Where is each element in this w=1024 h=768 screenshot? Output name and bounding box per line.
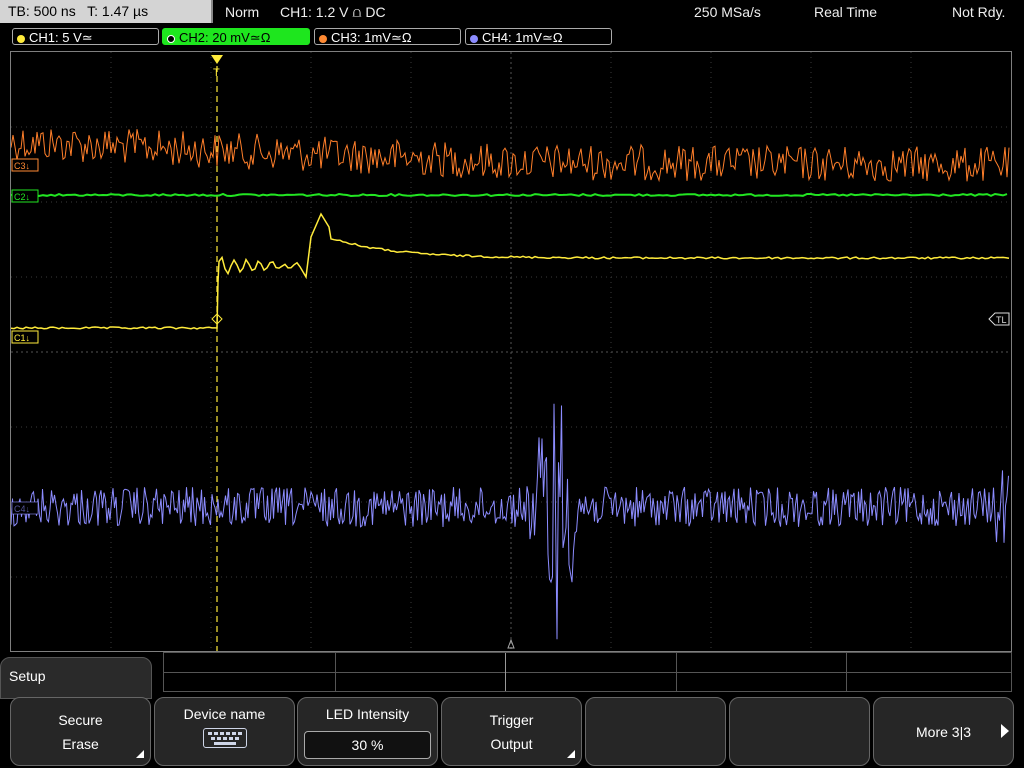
submenu-triangle-icon (567, 750, 575, 758)
trace-ch2 (11, 192, 1008, 198)
record-overview-bar (163, 652, 1012, 692)
ch3-ref-marker[interactable]: C3↓ (11, 158, 39, 172)
record-overview-center (505, 653, 506, 691)
trace-ch1 (11, 212, 1010, 330)
led-intensity-button[interactable]: LED Intensity 30 % (297, 697, 438, 766)
submenu-triangle-icon (136, 750, 144, 758)
acquisition-mode: Real Time (814, 4, 878, 20)
more-label: More 3|3 (916, 724, 971, 740)
sample-rate: 250 MSa/s (694, 4, 761, 20)
timebase-box[interactable]: TB: 500 ns T: 1.47 µs (0, 0, 213, 23)
ch1-ref-label: C1↓ (14, 333, 30, 343)
device-name-label: Device name (183, 706, 266, 722)
menu-title-tab[interactable]: Setup (0, 657, 152, 699)
more-button[interactable]: More 3|3 (873, 697, 1014, 766)
status-bar: TB: 500 ns T: 1.47 µs Norm CH1: 1.2 V ⩍ … (0, 0, 1024, 24)
ch4-ref-marker[interactable]: C4↓ (11, 501, 39, 515)
waveform-canvas[interactable]: T C3↓ C2↓ C1↓ C4↓ TL (11, 52, 1011, 651)
keyboard-icon (202, 728, 247, 748)
led-intensity-value[interactable]: 30 % (304, 731, 431, 759)
trigger-mode[interactable]: Norm (225, 0, 259, 24)
empty-softkey-6[interactable] (729, 697, 870, 766)
secure-erase-line2: Erase (62, 736, 99, 752)
ch4-color-dot-icon (470, 35, 478, 43)
ch2-ref-label: C2↓ (14, 192, 30, 202)
ch2-ref-marker[interactable]: C2↓ (11, 189, 39, 203)
ch1-ref-marker[interactable]: C1↓ (11, 330, 39, 344)
ch1-color-dot-icon (17, 35, 25, 43)
ch3-color-dot-icon (319, 35, 327, 43)
trigger-marker-label: T (213, 67, 220, 79)
ch2-color-dot-icon (167, 35, 175, 43)
device-name-button[interactable]: Device name (154, 697, 295, 766)
record-overview-tick (676, 653, 677, 691)
acquisition-state: Not Rdy. (952, 4, 1006, 20)
ch2-label: CH2: 20 mV≃Ω (179, 30, 271, 45)
trigger-level-label: TL (996, 315, 1007, 325)
trigger-info[interactable]: CH1: 1.2 V ⩍ DC (280, 0, 386, 24)
trigger-position-marker-icon[interactable] (211, 55, 223, 64)
trigger-output-button[interactable]: Trigger Output (441, 697, 582, 766)
record-overview-tick (846, 653, 847, 691)
trigger-level-marker[interactable]: TL (988, 312, 1010, 326)
secure-erase-line1: Secure (58, 712, 103, 728)
menu-title: Setup (9, 668, 46, 684)
ch1-label: CH1: 5 V≃ (29, 30, 93, 45)
waveform-display[interactable]: T C3↓ C2↓ C1↓ C4↓ TL (10, 51, 1012, 652)
empty-softkey-5[interactable] (585, 697, 726, 766)
ch3-ref-label: C3↓ (14, 161, 30, 171)
trigger-output-line2: Output (490, 736, 533, 752)
timebase-value: TB: 500 ns (8, 3, 76, 19)
trace-ch4 (11, 403, 1009, 640)
ch4-ref-label: C4↓ (14, 504, 30, 514)
record-overview-tick (335, 653, 336, 691)
trigger-output-line1: Trigger (489, 712, 534, 728)
record-overview-midline (164, 672, 1011, 673)
chevron-right-icon (1001, 724, 1009, 738)
ch3-label: CH3: 1mV≃Ω (331, 30, 412, 45)
led-intensity-label: LED Intensity (325, 706, 410, 722)
channel-tab-ch4[interactable]: CH4: 1mV≃Ω (465, 28, 612, 45)
channel-tab-ch3[interactable]: CH3: 1mV≃Ω (314, 28, 461, 45)
secure-erase-button[interactable]: Secure Erase (10, 697, 151, 766)
trigger-time-value: T: 1.47 µs (87, 3, 149, 19)
graticule (11, 52, 1011, 651)
trace-ch3 (11, 129, 1010, 183)
channel-tab-ch1[interactable]: CH1: 5 V≃ (12, 28, 159, 45)
ch4-label: CH4: 1mV≃Ω (482, 30, 563, 45)
channel-tab-ch2[interactable]: CH2: 20 mV≃Ω (162, 28, 310, 45)
